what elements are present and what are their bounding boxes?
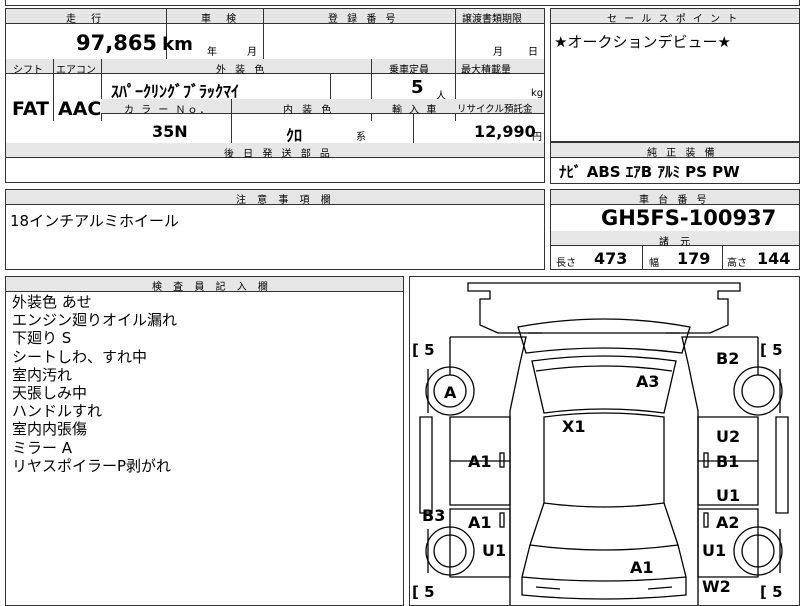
front-bumper-outline	[467, 282, 741, 334]
inspection-year-label: 年	[207, 47, 217, 58]
inspector-note: 室内内張傷	[12, 420, 88, 439]
genuine-equipment-items: ﾅﾋﾞ ABS ｴｱB ｱﾙﾐ PS PW	[559, 163, 740, 181]
recycle-label: リサイクル預託金	[457, 104, 533, 115]
body-outline	[450, 336, 758, 605]
capacity-value: 5	[411, 77, 424, 98]
capacity-label: 乗車定員	[389, 65, 429, 76]
damage-diagram-box: [ 5 [ 5 [ 5 [ 5 A A3 B2 X1 A1 U2 B1 U1 B…	[409, 276, 800, 606]
chassis-label: 車 台 番 号	[639, 195, 710, 206]
damage-mark: A2	[716, 513, 740, 532]
inspector-note: リヤスポイラーP剥がれ	[12, 456, 172, 475]
tire-depth-front-right: [ 5	[760, 341, 783, 359]
registration-number-label: 登 録 番 号	[328, 14, 399, 25]
chassis-box: 車 台 番 号 GH5FS-100937 諸 元 長さ 473 幅 179 高さ…	[550, 189, 800, 270]
deadline-day-label: 日	[528, 47, 538, 58]
inspector-note: エンジン廻りオイル漏れ	[12, 311, 178, 330]
tire-depth-front-left: [ 5	[412, 341, 435, 359]
interior-color-label: 内 装 色	[283, 105, 335, 116]
interior-color-suffix: 系	[356, 132, 366, 143]
inspector-label: 検 査 員 記 入 欄	[152, 282, 272, 293]
length-value: 473	[594, 249, 628, 268]
shift-label: シフト	[13, 65, 43, 76]
damage-mark: B2	[716, 349, 740, 368]
damage-mark: U1	[482, 541, 507, 560]
mileage-label: 走 行	[66, 14, 108, 25]
sales-point-text: ★オークションデビュー★	[554, 33, 731, 51]
later-parts-label: 後 日 発 送 部 品	[224, 149, 333, 160]
tire-depth-rear-left: [ 5	[412, 583, 435, 601]
color-no-label: カ ラ ー Ｎｏ．	[124, 105, 212, 116]
damage-mark: U1	[702, 541, 727, 560]
inspector-note: ハンドルすれ	[12, 402, 103, 421]
inspector-note: 下廻り S	[12, 329, 72, 348]
inspector-note: 天張しみ中	[12, 384, 88, 402]
width-label: 幅	[649, 258, 659, 269]
length-label: 長さ	[556, 258, 576, 269]
recycle-unit: 円	[532, 132, 542, 143]
color-no-value: 35N	[152, 122, 188, 141]
damage-mark: U1	[716, 486, 741, 505]
damage-mark: U2	[716, 427, 741, 446]
max-load-label: 最大積載量	[461, 65, 511, 76]
aircon-value: AAC	[58, 98, 102, 120]
rear-window-outline	[529, 502, 679, 551]
height-value: 144	[757, 249, 791, 268]
damage-mark: A1	[630, 558, 654, 577]
sales-point-label: セ ー ル ス ポ イ ン ト	[607, 14, 740, 25]
inspector-note: シートしわ、すれ中	[12, 347, 148, 366]
deadline-month-label: 月	[493, 47, 503, 58]
inspection-month-label: 月	[247, 47, 257, 58]
shift-value: FAT	[12, 98, 49, 120]
caution-label: 注 意 事 項 欄	[236, 195, 335, 206]
specs-label: 諸 元	[659, 237, 695, 248]
inspector-note: ミラー A	[12, 438, 73, 457]
caution-box: 注 意 事 項 欄 18インチアルミホイール	[5, 189, 545, 270]
width-value: 179	[677, 249, 711, 268]
damage-mark: A3	[636, 372, 660, 391]
inspector-note: 外装色 あせ	[12, 293, 92, 311]
exterior-color-label: 外 装 色	[216, 65, 268, 76]
caution-text: 18インチアルミホイール	[10, 212, 179, 230]
vehicle-info-table: 走 行 車 検 登 録 番 号 譲渡書類期限 97,865 km 年 月 月 日…	[5, 8, 545, 183]
height-label: 高さ	[727, 258, 747, 269]
damage-mark: B3	[422, 506, 446, 525]
transfer-deadline-label: 譲渡書類期限	[462, 14, 522, 25]
sales-point-box: セ ー ル ス ポ イ ン ト ★オークションデビュー★	[550, 8, 800, 142]
tire-depth-rear-right: [ 5	[760, 583, 783, 601]
damage-mark: X1	[562, 417, 586, 436]
damage-mark: A	[444, 383, 457, 402]
max-load-unit: kg	[531, 88, 544, 99]
import-label: 輸 入 車	[392, 105, 439, 116]
inspector-notes-box: 検 査 員 記 入 欄 外装色 あせ エンジン廻りオイル漏れ 下廻り S シートしわ、…	[5, 276, 404, 606]
hood-outline	[517, 318, 691, 354]
car-diagram	[419, 282, 789, 605]
genuine-equipment-label: 純 正 装 備	[647, 148, 718, 159]
damage-mark: A1	[468, 513, 492, 532]
damage-mark: A1	[468, 452, 492, 471]
inspection-label: 車 検	[201, 14, 243, 25]
aircon-label: エアコン	[56, 65, 96, 76]
inspector-note: 室内汚れ	[12, 365, 73, 384]
chassis-value: GH5FS-100937	[601, 206, 777, 230]
recycle-value: 12,990	[474, 122, 536, 141]
damage-mark: B1	[716, 452, 740, 471]
damage-mark: W2	[702, 577, 731, 596]
mileage-value: 97,865 km	[76, 31, 193, 55]
genuine-equipment-box: 純 正 装 備 ﾅﾋﾞ ABS ｴｱB ｱﾙﾐ PS PW	[550, 142, 800, 184]
top-strip	[5, 0, 800, 6]
